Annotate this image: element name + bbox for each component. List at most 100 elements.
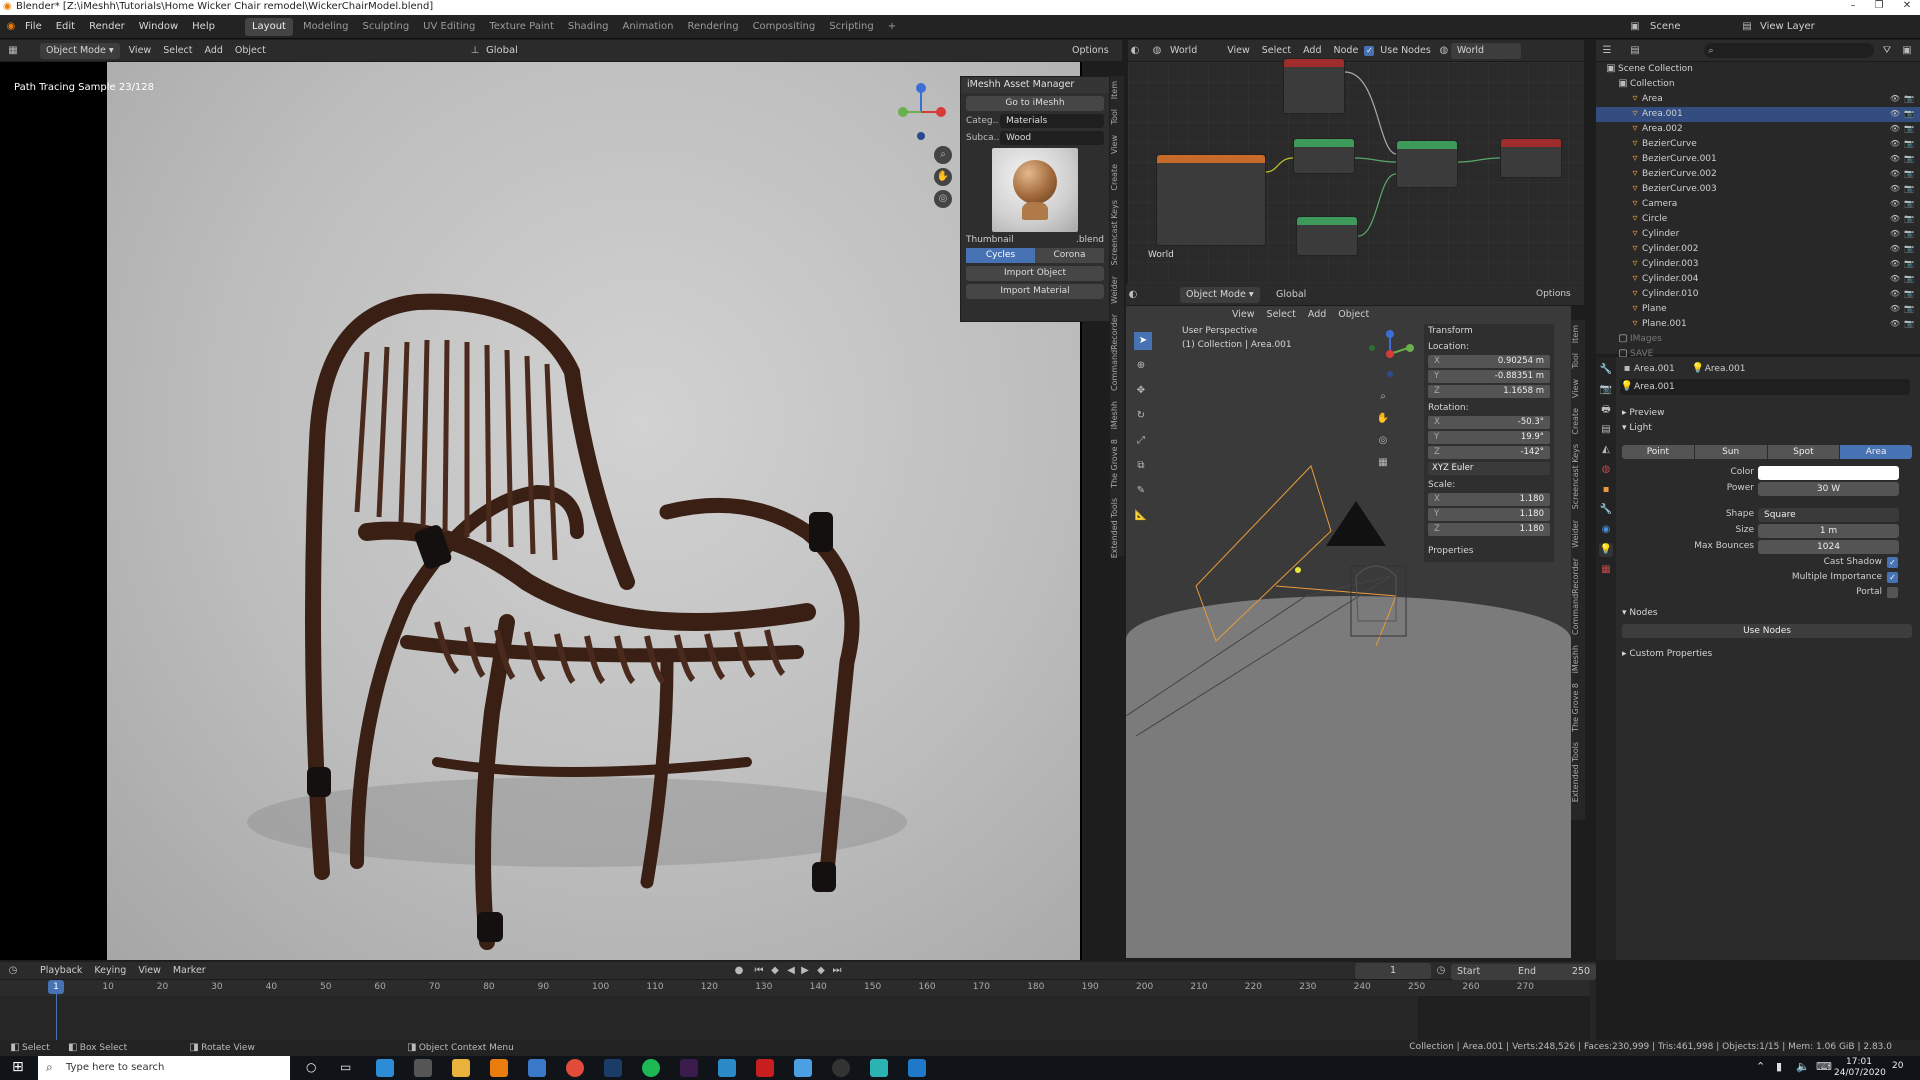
- light-type-area[interactable]: Area: [1840, 444, 1912, 459]
- transform-tool-icon[interactable]: ⧉: [1134, 459, 1148, 473]
- workspace-tab-uv-editing[interactable]: UV Editing: [416, 15, 482, 39]
- light-datablock-field[interactable]: 💡 Area.001: [1620, 379, 1910, 395]
- asset-panel-title[interactable]: iMeshh Asset Manager: [961, 77, 1109, 93]
- render-toggle-icon[interactable]: 📷: [1902, 227, 1916, 241]
- color-swatch[interactable]: [1758, 466, 1899, 480]
- display-mode-icon[interactable]: ▤: [1628, 44, 1642, 58]
- collection-item[interactable]: ▣ Collection: [1596, 77, 1920, 92]
- app-icon-6[interactable]: [908, 1059, 926, 1077]
- go-to-imeshh-button[interactable]: Go to iMeshh: [966, 96, 1104, 111]
- background-node[interactable]: [1293, 138, 1355, 174]
- visibility-eye-icon[interactable]: 👁: [1888, 212, 1902, 226]
- current-frame-field[interactable]: 1: [1355, 963, 1431, 979]
- render-toggle-icon[interactable]: 📷: [1902, 167, 1916, 181]
- sidebar-tab-item[interactable]: Item: [1110, 76, 1119, 104]
- outliner-item[interactable]: ▿ Area 👁 📷: [1596, 92, 1920, 107]
- node-menu-node[interactable]: Node: [1328, 45, 1365, 56]
- close-button[interactable]: ✕: [1894, 0, 1920, 15]
- power-field[interactable]: 30 W: [1758, 482, 1899, 496]
- render-toggle-icon[interactable]: 📷: [1902, 137, 1916, 151]
- rotation-z-field[interactable]: Z -142°: [1428, 446, 1550, 459]
- rotation-y-field[interactable]: Y 19.9°: [1428, 431, 1550, 444]
- workspace-tab-layout[interactable]: Layout: [244, 17, 293, 36]
- maximize-button[interactable]: ❐: [1866, 0, 1892, 15]
- outliner-item[interactable]: ▿ Area.001 👁 📷: [1596, 107, 1920, 122]
- tray-chevron-icon[interactable]: ⌃: [1756, 1060, 1765, 1073]
- app-icon-3[interactable]: [718, 1059, 736, 1077]
- visibility-eye-icon[interactable]: 👁: [1888, 227, 1902, 241]
- app-icon-1[interactable]: [376, 1059, 394, 1077]
- taskbar-search-box[interactable]: ⌕ Type here to search: [38, 1056, 290, 1080]
- light-type-sun[interactable]: Sun: [1694, 444, 1767, 459]
- app-icon-4[interactable]: [832, 1059, 850, 1077]
- outliner-item[interactable]: ▿ BezierCurve.001 👁 📷: [1596, 152, 1920, 167]
- right-pan-icon[interactable]: ✋: [1376, 412, 1390, 426]
- outliner-item[interactable]: ▿ Plane.001 👁 📷: [1596, 317, 1920, 332]
- play-icon[interactable]: ▶: [798, 964, 812, 978]
- sidebar-tab-screencast-keys[interactable]: Screencast Keys: [1110, 195, 1119, 270]
- right-tab-weider[interactable]: Weider: [1571, 515, 1580, 553]
- right-mode-select[interactable]: Object Mode ▾: [1180, 286, 1260, 303]
- right-tab-the-grove[interactable]: The Grove 8: [1571, 678, 1580, 737]
- minimize-button[interactable]: –: [1840, 0, 1866, 15]
- render-toggle-icon[interactable]: 📷: [1902, 182, 1916, 196]
- custom-properties-header[interactable]: ▸ Custom Properties: [1622, 649, 1712, 659]
- options-dropdown[interactable]: Options: [1072, 45, 1109, 56]
- clock-time[interactable]: 17:01: [1836, 1057, 1882, 1067]
- photoshop-icon[interactable]: [604, 1059, 622, 1077]
- menu-render[interactable]: Render: [82, 15, 132, 39]
- task-view-icon[interactable]: ▭: [340, 1060, 351, 1074]
- scale-x-field[interactable]: X 1.180: [1428, 493, 1550, 506]
- workspace-tab-shading[interactable]: Shading: [561, 15, 616, 39]
- menu-add[interactable]: Add: [199, 45, 229, 56]
- menu-playback[interactable]: Playback: [34, 965, 88, 976]
- sidebar-tab-imeshh[interactable]: iMeshh: [1110, 396, 1119, 434]
- blender-taskbar-icon[interactable]: [490, 1059, 508, 1077]
- right-tab-extended-tools[interactable]: Extended Tools: [1571, 737, 1580, 807]
- render-toggle-icon[interactable]: 📷: [1902, 197, 1916, 211]
- clock-date[interactable]: 24/07/2020: [1834, 1068, 1886, 1078]
- thumbnail-toggle[interactable]: Thumbnail: [966, 235, 1014, 245]
- outliner-item[interactable]: ▿ Cylinder.003 👁 📷: [1596, 257, 1920, 272]
- view-layer-name[interactable]: View Layer: [1760, 21, 1815, 32]
- render-toggle-icon[interactable]: 📷: [1902, 257, 1916, 271]
- right-options-dropdown[interactable]: Options: [1536, 289, 1571, 299]
- sidebar-tab-create[interactable]: Create: [1110, 159, 1119, 196]
- asset-thumbnail[interactable]: [992, 148, 1078, 232]
- jump-end-icon[interactable]: ⏭: [830, 964, 844, 978]
- properties-subpanel[interactable]: Properties: [1428, 546, 1550, 556]
- scale-y-field[interactable]: Y 1.180: [1428, 508, 1550, 521]
- solid-viewport[interactable]: User Perspective (1) Collection | Area.0…: [1126, 306, 1571, 958]
- visibility-eye-icon[interactable]: 👁: [1888, 152, 1902, 166]
- play-reverse-icon[interactable]: ◀: [784, 964, 798, 978]
- background-node-2[interactable]: [1296, 216, 1358, 256]
- rotation-mode-select[interactable]: XYZ Euler: [1428, 462, 1550, 475]
- visibility-eye-icon[interactable]: 👁: [1888, 197, 1902, 211]
- visibility-eye-icon[interactable]: 👁: [1888, 137, 1902, 151]
- workspace-tab-sculpting[interactable]: Sculpting: [355, 15, 416, 39]
- cast-shadow-checkbox[interactable]: ✓: [1887, 557, 1898, 568]
- windows-start-icon[interactable]: ⊞: [12, 1059, 24, 1075]
- photos-icon[interactable]: [794, 1059, 812, 1077]
- transform-title[interactable]: Transform: [1428, 326, 1550, 336]
- outliner-item[interactable]: ▿ Area.002 👁 📷: [1596, 122, 1920, 137]
- workspace-tab-texture-paint[interactable]: Texture Paint: [482, 15, 561, 39]
- outliner-item[interactable]: ▿ Cylinder.002 👁 📷: [1596, 242, 1920, 257]
- engine-tab-cycles[interactable]: Cycles: [966, 248, 1035, 263]
- light-path-node[interactable]: [1283, 58, 1345, 114]
- right-tab-item[interactable]: Item: [1571, 320, 1580, 348]
- visibility-eye-icon[interactable]: 👁: [1888, 287, 1902, 301]
- render-toggle-icon[interactable]: 📷: [1902, 242, 1916, 256]
- preview-range-icon[interactable]: ◷: [1434, 964, 1448, 978]
- node-editor-type-icon[interactable]: ◐: [1128, 44, 1142, 58]
- menu-edit[interactable]: Edit: [49, 15, 82, 39]
- visibility-eye-icon[interactable]: 👁: [1888, 107, 1902, 121]
- sidebar-tab-commandrecorder[interactable]: CommandRecorder: [1110, 309, 1119, 396]
- right-menu-object[interactable]: Object: [1332, 309, 1375, 320]
- render-toggle-icon[interactable]: 📷: [1902, 302, 1916, 316]
- menu-timeline-view[interactable]: View: [132, 965, 167, 976]
- render-toggle-icon[interactable]: 📷: [1902, 212, 1916, 226]
- add-workspace-button[interactable]: +: [881, 15, 903, 39]
- visibility-eye-icon[interactable]: 👁: [1888, 317, 1902, 331]
- light-type-spot[interactable]: Spot: [1767, 444, 1840, 459]
